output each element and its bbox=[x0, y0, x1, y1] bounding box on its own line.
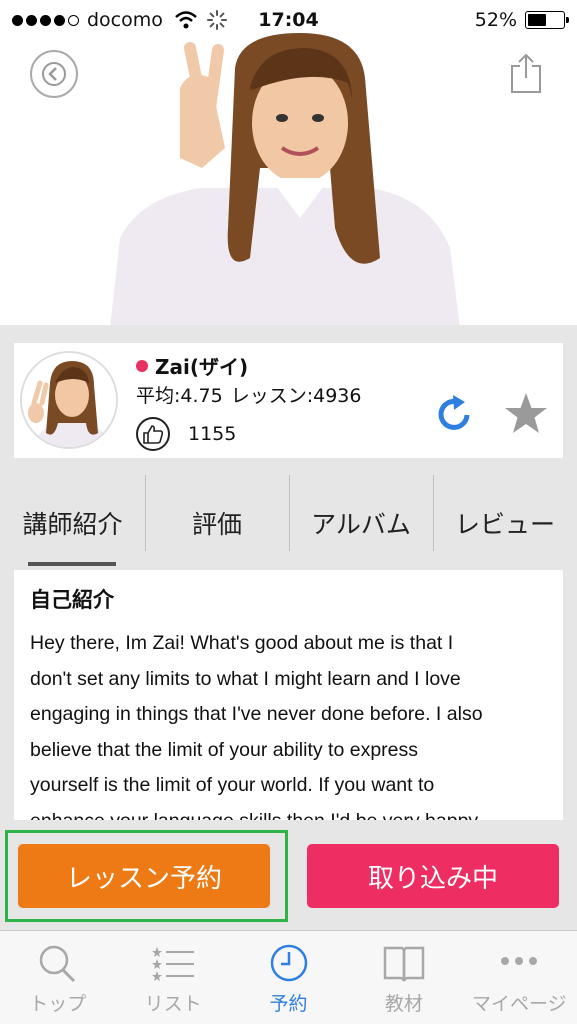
share-icon bbox=[511, 53, 541, 93]
teacher-name-row: Zai(ザイ) bbox=[136, 351, 248, 380]
back-button[interactable] bbox=[30, 50, 78, 98]
thumbs-up-icon bbox=[136, 417, 170, 451]
tabbar-item-list[interactable]: リスト bbox=[115, 931, 230, 1024]
avatar bbox=[20, 351, 118, 449]
tabbar-item-materials[interactable]: 教材 bbox=[346, 931, 461, 1024]
teacher-profile-screen: docomo 17:04 52% Zai(ザイ) 平均:4.75 レッスン:49… bbox=[0, 0, 577, 1024]
refresh-button[interactable] bbox=[434, 393, 474, 435]
refresh-icon bbox=[438, 395, 470, 430]
tab-label: 評価 bbox=[191, 509, 242, 539]
tab-reviews[interactable]: レビュー bbox=[433, 475, 577, 570]
online-status-dot bbox=[136, 359, 148, 372]
teacher-name: Zai(ザイ) bbox=[155, 355, 249, 379]
tabbar-item-booking[interactable]: 予約 bbox=[231, 931, 346, 1024]
intro-line: Hey there, Im Zai! What's good about me … bbox=[30, 632, 454, 654]
action-bar: レッスン予約 取り込み中 bbox=[0, 820, 577, 930]
star-list-icon bbox=[152, 947, 195, 981]
tabbar-label: 予約 bbox=[269, 993, 308, 1015]
tabbar-item-mypage[interactable]: マイページ bbox=[462, 931, 577, 1024]
teacher-avatar-image bbox=[22, 353, 116, 447]
more-dots-icon bbox=[501, 957, 538, 965]
likes-row[interactable]: 1155 bbox=[136, 417, 236, 451]
tab-label: 講師紹介 bbox=[22, 509, 123, 539]
tabbar-label: マイページ bbox=[472, 993, 567, 1015]
tabbar-label: トップ bbox=[29, 993, 87, 1015]
share-button[interactable] bbox=[509, 52, 543, 94]
battery-level bbox=[528, 14, 546, 26]
profile-tabs: 講師紹介 評価 アルバム レビュー bbox=[0, 475, 577, 570]
book-lesson-button[interactable]: レッスン予約 bbox=[18, 844, 270, 908]
favorite-button[interactable] bbox=[503, 391, 549, 437]
importing-button[interactable]: 取り込み中 bbox=[307, 844, 559, 908]
tab-album[interactable]: アルバム bbox=[289, 475, 433, 570]
bottom-tab-bar: トップ リスト 予約 教材 マイページ bbox=[0, 930, 577, 1024]
tab-intro[interactable]: 講師紹介 bbox=[0, 475, 145, 570]
intro-line: don't set any limits to what I might lea… bbox=[30, 667, 461, 690]
intro-line: yourself is the limit of your world. If … bbox=[30, 774, 435, 796]
tab-label: レビュー bbox=[454, 509, 555, 539]
intro-line: believe that the limit of your ability t… bbox=[30, 738, 419, 761]
tabbar-label: 教材 bbox=[384, 993, 423, 1015]
self-intro-panel[interactable]: 自己紹介 Hey there, Im Zai! What's good abou… bbox=[14, 570, 563, 820]
clock-icon bbox=[270, 944, 307, 982]
carrier-label: docomo bbox=[87, 9, 163, 31]
hero-photo-area bbox=[0, 0, 577, 325]
search-icon bbox=[39, 945, 75, 983]
book-icon bbox=[383, 946, 425, 982]
intro-text: Hey there, Im Zai! What's good about me … bbox=[30, 626, 547, 820]
tab-label: アルバム bbox=[311, 509, 411, 539]
intro-line: engaging in things that I've never done … bbox=[30, 703, 483, 725]
battery-status: 52% bbox=[474, 9, 569, 31]
intro-line: enhance your language skills then I'd be… bbox=[30, 804, 547, 821]
tabbar-label: リスト bbox=[144, 993, 202, 1015]
battery-icon bbox=[525, 11, 569, 29]
wifi-icon bbox=[175, 11, 197, 29]
star-icon bbox=[505, 393, 547, 433]
tabbar-item-top[interactable]: トップ bbox=[0, 931, 115, 1024]
status-bar: docomo 17:04 52% bbox=[0, 0, 577, 40]
lesson-count: レッスン:4936 bbox=[230, 385, 362, 407]
activity-spinner-icon bbox=[206, 10, 227, 30]
battery-percent: 52% bbox=[474, 9, 517, 31]
teacher-stats: 平均:4.75 レッスン:4936 bbox=[136, 381, 361, 408]
likes-count: 1155 bbox=[188, 423, 237, 445]
average-rating: 平均:4.75 bbox=[136, 385, 223, 407]
teacher-card: Zai(ザイ) 平均:4.75 レッスン:4936 1155 bbox=[14, 343, 563, 458]
section-title: 自己紹介 bbox=[30, 588, 114, 612]
tab-ratings[interactable]: 評価 bbox=[145, 475, 289, 570]
chevron-left-icon bbox=[42, 62, 66, 86]
signal-strength-icon bbox=[12, 14, 79, 26]
teacher-hero-photo bbox=[110, 33, 460, 325]
